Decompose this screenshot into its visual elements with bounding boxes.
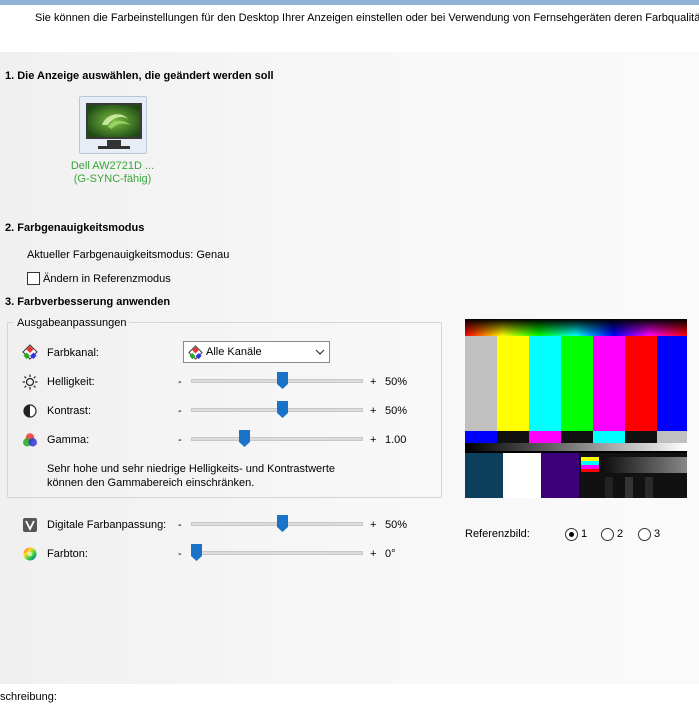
digital-vibrance-icon (22, 517, 38, 533)
gamma-note-line1: Sehr hohe und sehr niedrige Helligkeits-… (47, 463, 335, 475)
description-label: schreibung: (0, 691, 57, 703)
hue-minus: - (178, 548, 182, 560)
header-description: Sie können die Farbeinstellungen für den… (35, 12, 699, 24)
hue-label: Farbton: (47, 548, 88, 560)
brightness-value: 50% (385, 376, 408, 388)
display-model: Dell AW2721D ... (70, 160, 155, 172)
display-gsync: (G-SYNC-fähig) (73, 173, 152, 185)
digital-vibrance-plus: + (370, 519, 377, 531)
section-title-color-enhancement: 3. Farbverbesserung anwenden (5, 296, 171, 308)
display-name-label[interactable]: Dell AW2721D ... (G-SYNC-fähig) (55, 160, 170, 186)
reference-mode-label[interactable]: Ändern in Referenzmodus (43, 273, 171, 285)
hue-plus: + (370, 548, 377, 560)
contrast-value: 50% (385, 405, 408, 417)
contrast-minus: - (178, 405, 182, 417)
window-top-border (0, 0, 699, 5)
gamma-icon (22, 432, 38, 448)
chevron-down-icon (315, 344, 325, 363)
brightness-icon (22, 374, 38, 390)
gamma-note-line2: können den Gammabereich einschränken. (47, 477, 255, 489)
contrast-plus: + (370, 405, 377, 417)
brightness-label: Helligkeit: (47, 376, 95, 388)
digital-vibrance-label: Digitale Farbanpassung: (47, 519, 167, 531)
reference-radio-2[interactable] (601, 528, 614, 541)
gamma-label: Gamma: (47, 434, 90, 446)
reference-test-pattern (465, 319, 687, 498)
current-accuracy-mode: Aktueller Farbgenauigkeitsmodus: Genau (27, 249, 230, 261)
color-channel-label: Farbkanal: (47, 347, 99, 359)
display-tile[interactable] (79, 96, 147, 154)
digital-vibrance-value: 50% (385, 519, 408, 531)
gamma-slider-track[interactable] (191, 437, 363, 441)
reference-image-label: Referenzbild: (465, 528, 530, 540)
digital-vibrance-minus: - (178, 519, 182, 531)
color-channel-dropdown[interactable]: Alle Kanäle (183, 341, 330, 363)
hue-slider-thumb[interactable] (191, 544, 202, 561)
contrast-label: Kontrast: (47, 405, 92, 417)
hue-slider-track[interactable] (191, 551, 363, 555)
reference-radio-3[interactable] (638, 528, 651, 541)
section-title-select-display: 1. Die Anzeige auswählen, die geändert w… (5, 70, 274, 82)
reference-mode-checkbox[interactable] (27, 272, 40, 285)
brightness-slider-thumb[interactable] (277, 372, 288, 389)
hue-value: 0° (385, 548, 396, 560)
reference-radio-1[interactable] (565, 528, 578, 541)
contrast-slider-thumb[interactable] (277, 401, 288, 418)
digital-vibrance-slider-thumb[interactable] (277, 515, 288, 532)
reference-radio-3-label[interactable]: 3 (654, 528, 660, 540)
color-channel-selected: Alle Kanäle (206, 346, 262, 358)
section-title-color-accuracy: 2. Farbgenauigkeitsmodus (5, 222, 145, 234)
monitor-base (98, 146, 130, 149)
gamma-plus: + (370, 434, 377, 446)
output-adjustments-legend: Ausgabeanpassungen (14, 317, 130, 329)
color-channel-icon (22, 344, 38, 360)
gamma-minus: - (178, 434, 182, 446)
gamma-slider-thumb[interactable] (239, 430, 251, 447)
reference-radio-1-label[interactable]: 1 (581, 528, 587, 540)
color-channel-option-icon (188, 345, 203, 363)
contrast-icon (22, 403, 38, 419)
gamma-value: 1.00 (385, 434, 407, 446)
hue-icon (22, 546, 38, 562)
nvidia-display-icon (86, 103, 142, 139)
brightness-minus: - (178, 376, 182, 388)
reference-radio-2-label[interactable]: 2 (617, 528, 623, 540)
brightness-plus: + (370, 376, 377, 388)
